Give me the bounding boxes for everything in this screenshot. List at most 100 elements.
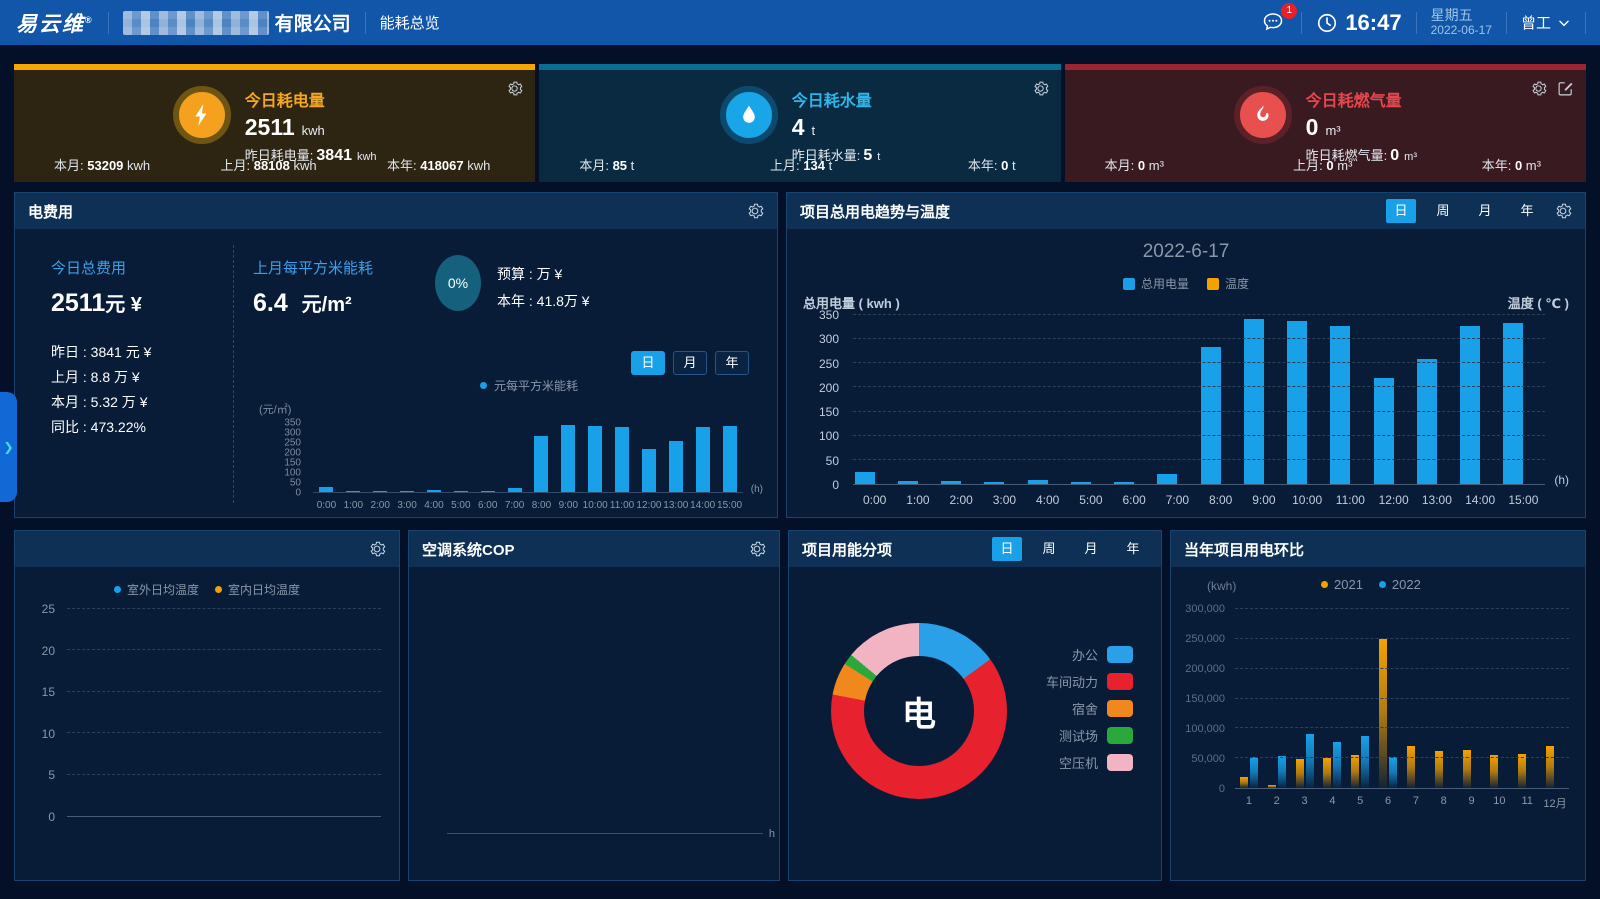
kpi-year: 本年: 418067 kwh xyxy=(387,155,490,174)
legend-label: 空压机 xyxy=(1059,753,1098,772)
gear-icon[interactable] xyxy=(506,80,523,97)
gear-icon[interactable] xyxy=(1554,202,1572,220)
kpi-card-water: 今日耗水量 4t 昨日耗水量:5t 本月: 85 t 上月: 134 t 本年:… xyxy=(539,64,1060,182)
divider xyxy=(1416,12,1417,34)
legend-2022: 2022 xyxy=(1379,577,1421,592)
budget-line: 预算 : 万 ¥ xyxy=(497,261,590,288)
edit-icon[interactable] xyxy=(1557,80,1574,97)
budget-block: 预算 : 万 ¥ 本年 : 41.8万 ¥ xyxy=(497,261,590,315)
mini-chart-legend: 元每平方米能耗 xyxy=(315,377,743,394)
kpi-card-gas: 今日耗燃气量 0m³ 昨日耗燃气量:0m³ 本月: 0 m³ 上月: 0 m³ … xyxy=(1065,64,1586,182)
tab-week[interactable]: 周 xyxy=(1034,537,1064,561)
kpi-footer: 本月: 0 m³ 上月: 0 m³ 本年: 0 m³ xyxy=(1065,155,1586,174)
donut-legend-item[interactable]: 车间动力 xyxy=(1046,672,1133,691)
donut-legend-item[interactable]: 测试场 xyxy=(1046,726,1133,745)
kpi-month: 本月: 85 t xyxy=(579,155,634,174)
user-menu[interactable]: 曾工 xyxy=(1521,12,1571,33)
cost-tabs: 日 月 年 xyxy=(623,351,749,375)
tab-week[interactable]: 周 xyxy=(1428,199,1458,223)
panel-title: 电费用 xyxy=(28,201,73,222)
divider xyxy=(1301,12,1302,34)
sidebar-expand-handle[interactable]: ❯ xyxy=(0,392,17,502)
company-name-redacted xyxy=(123,11,269,35)
gear-icon[interactable] xyxy=(746,202,764,220)
legend-swatch xyxy=(1107,727,1133,744)
stat-this-month: 本月 : 5.32 万 ¥ xyxy=(51,390,151,415)
trend-chart-legend: 总用电量 温度 xyxy=(787,275,1585,292)
gear-icon[interactable] xyxy=(1530,80,1547,97)
divider xyxy=(365,12,366,34)
sqm-value: 6.4 元/m² xyxy=(253,288,373,318)
legend-indoor: 室内日均温度 xyxy=(215,581,300,598)
gear-icon[interactable] xyxy=(1032,80,1049,97)
kpi-title: 今日耗电量 xyxy=(245,87,377,111)
legend-label: 办公 xyxy=(1072,645,1098,664)
hvac-cop-panel: 空调系统COP h xyxy=(408,530,780,881)
logo-text: 易云维 xyxy=(16,13,85,36)
company-suffix: 有限公司 xyxy=(275,9,351,36)
energy-breakdown-panel: 项目用能分项 日 周 月 年 电 办公车间动力宿舍测试场空压机 xyxy=(788,530,1162,881)
legend-swatch xyxy=(1107,754,1133,771)
legend-dot xyxy=(1379,581,1386,588)
legend-dot xyxy=(1321,581,1328,588)
kpi-last-month: 上月: 0 m³ xyxy=(1293,155,1352,174)
tab-day[interactable]: 日 xyxy=(631,351,665,375)
kpi-month: 本月: 53209 kwh xyxy=(54,155,150,174)
kpi-value: 2511kwh xyxy=(245,114,377,141)
legend-swatch xyxy=(1207,278,1219,290)
cop-x-unit: h xyxy=(769,828,775,840)
legend-label: 宿舍 xyxy=(1072,699,1098,718)
main-nav: 能耗总览 xyxy=(380,12,440,33)
donut-legend: 办公车间动力宿舍测试场空压机 xyxy=(1046,645,1133,780)
tab-month[interactable]: 月 xyxy=(1470,199,1500,223)
chevron-down-icon xyxy=(1557,16,1571,30)
tab-day[interactable]: 日 xyxy=(992,537,1022,561)
chevron-right-icon: ❯ xyxy=(3,440,13,454)
date-block: 星期五 2022-06-17 xyxy=(1431,8,1492,38)
nav-energy-overview[interactable]: 能耗总览 xyxy=(380,15,440,32)
legend-label: 车间动力 xyxy=(1046,672,1098,691)
temperature-chart: 0510152025 xyxy=(29,609,385,817)
cop-x-axis xyxy=(447,833,763,834)
today-cost-block: 今日总费用 2511元 ¥ 昨日 : 3841 元 ¥ 上月 : 8.8 万 ¥… xyxy=(51,257,151,440)
legend-dot xyxy=(480,382,487,389)
cost-stats: 昨日 : 3841 元 ¥ 上月 : 8.8 万 ¥ 本月 : 5.32 万 ¥… xyxy=(51,340,151,440)
budget-percent-gauge: 0% xyxy=(435,255,481,311)
today-cost-value: 2511元 ¥ xyxy=(51,288,151,318)
y2-axis-label: 温度 ( ℃ ) xyxy=(1508,293,1569,312)
panel-title: 当年项目用电环比 xyxy=(1184,539,1304,560)
kpi-footer: 本月: 53209 kwh 上月: 88108 kwh 本年: 418067 k… xyxy=(14,155,535,174)
stat-yesterday: 昨日 : 3841 元 ¥ xyxy=(51,340,151,365)
lightning-icon xyxy=(173,86,231,144)
clock: 16:47 xyxy=(1316,10,1401,36)
kpi-title: 今日耗水量 xyxy=(792,87,881,111)
kpi-year: 本年: 0 t xyxy=(968,155,1016,174)
chart-date-title: 2022-6-17 xyxy=(787,241,1585,263)
tab-year[interactable]: 年 xyxy=(1512,199,1542,223)
kpi-year: 本年: 0 m³ xyxy=(1482,155,1541,174)
power-trend-chart: 050100150200250300350 0:001:002:003:004:… xyxy=(803,315,1571,509)
flame-icon xyxy=(1234,86,1292,144)
user-name: 曾工 xyxy=(1521,12,1551,33)
tab-month[interactable]: 月 xyxy=(673,351,707,375)
tab-day[interactable]: 日 xyxy=(1386,199,1416,223)
gear-icon[interactable] xyxy=(368,540,386,558)
yoy-monthly-chart: 050,000100,000150,000200,000250,000300,0… xyxy=(1185,609,1575,813)
donut-legend-item[interactable]: 空压机 xyxy=(1046,753,1133,772)
app-logo: 易云维® xyxy=(16,8,94,38)
kpi-value: 0m³ xyxy=(1306,114,1417,141)
yearly-power-comparison-panel: 当年项目用电环比 (kwh) 2021 2022 050,000100,0001… xyxy=(1170,530,1586,881)
legend-dot xyxy=(114,586,121,593)
gear-icon[interactable] xyxy=(748,540,766,558)
donut-legend-item[interactable]: 办公 xyxy=(1046,645,1133,664)
tab-month[interactable]: 月 xyxy=(1076,537,1106,561)
x-unit: (h) xyxy=(1554,473,1569,487)
y-axis-unit: (kwh) xyxy=(1207,579,1236,593)
donut-legend-item[interactable]: 宿舍 xyxy=(1046,699,1133,718)
messages-button[interactable]: 1 xyxy=(1261,10,1287,36)
tab-year[interactable]: 年 xyxy=(1118,537,1148,561)
logo-reg-mark: ® xyxy=(85,15,94,25)
legend-outdoor: 室外日均温度 xyxy=(114,581,199,598)
yoy-legend: 2021 2022 xyxy=(1321,577,1421,592)
tab-year[interactable]: 年 xyxy=(715,351,749,375)
